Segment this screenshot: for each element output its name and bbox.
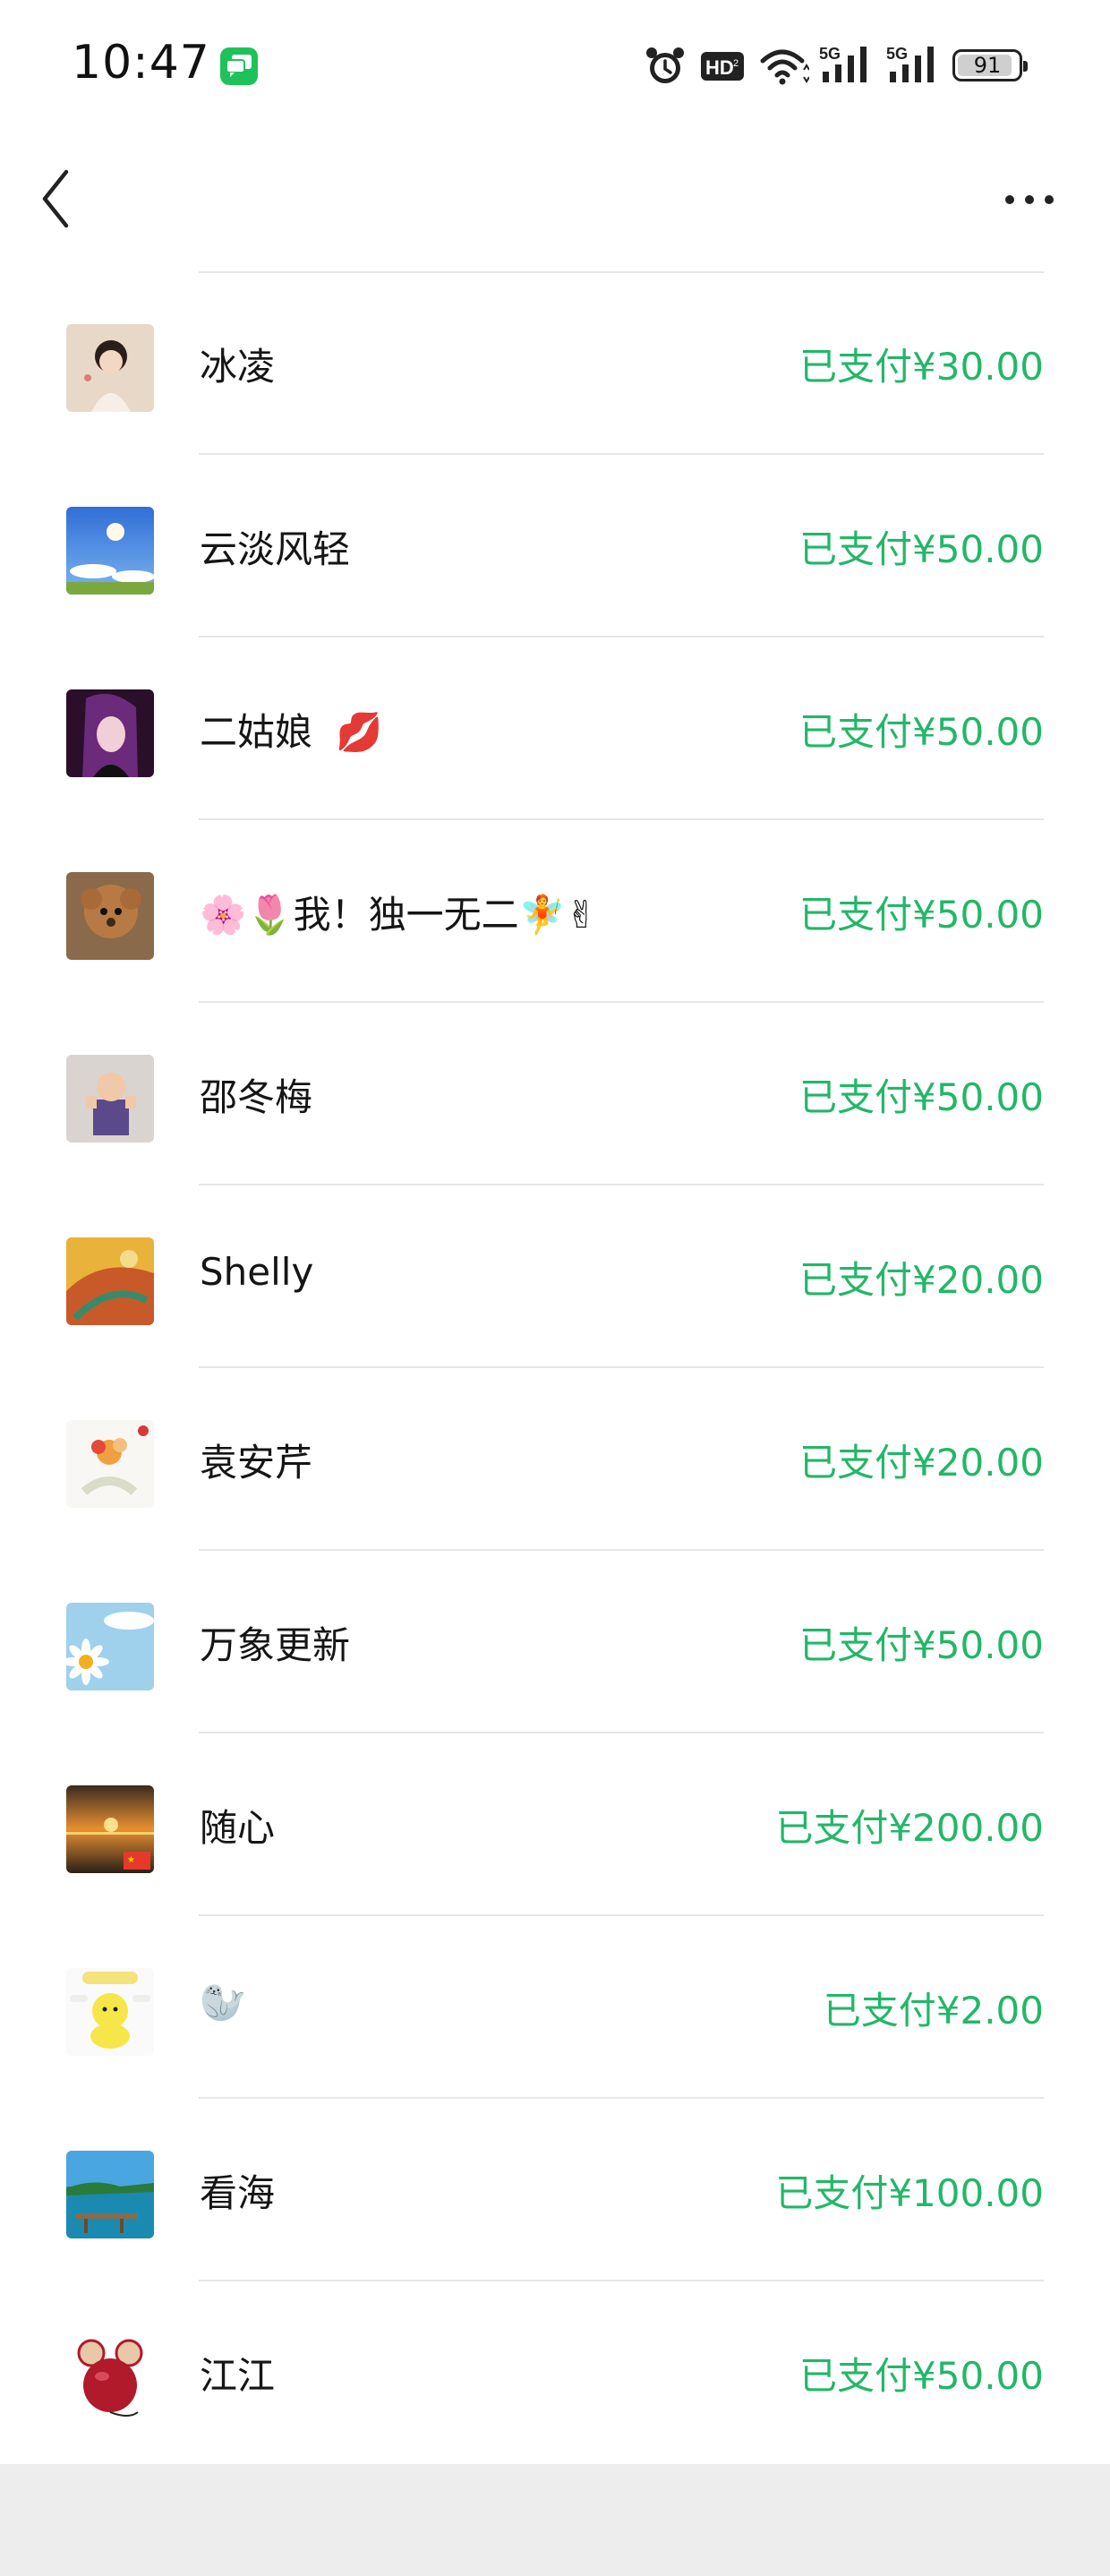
payer-name: 江江 — [200, 2354, 276, 2398]
avatar[interactable] — [66, 1237, 154, 1325]
payer-name-text: 二姑娘 — [200, 710, 313, 754]
signal-5g-icon: 5G — [819, 45, 867, 82]
payer-row[interactable]: 🌸🌷我！独一无二🧚✌ 已支付¥50.00 — [0, 820, 1110, 1003]
svg-text:5G: 5G — [819, 45, 841, 63]
payer-row[interactable]: Shelly 已支付¥20.00 — [0, 1185, 1110, 1368]
status-time: 10:47 — [72, 36, 210, 90]
avatar[interactable]: ★ — [66, 1785, 154, 1873]
payer-row[interactable]: 云淡风轻 已支付¥50.00 — [0, 455, 1110, 638]
nav-bar — [0, 134, 1110, 269]
payment-status: 已支付¥20.00 — [799, 1258, 1044, 1302]
payment-status: 已支付¥50.00 — [799, 1075, 1044, 1119]
payment-status: 已支付¥50.00 — [799, 1623, 1044, 1667]
bottom-bar — [0, 2464, 1110, 2576]
svg-text:5G: 5G — [886, 45, 908, 63]
battery-icon: 91 — [952, 49, 1028, 81]
svg-text:★: ★ — [127, 1855, 135, 1865]
payer-name: 冰凌 — [200, 345, 276, 389]
avatar[interactable] — [66, 2151, 154, 2238]
avatar[interactable] — [66, 1603, 154, 1690]
payer-name: 万象更新 — [200, 1623, 351, 1667]
avatar[interactable] — [66, 2333, 154, 2421]
svg-text:HD: HD — [705, 56, 734, 79]
payment-status: 已支付¥100.00 — [775, 2171, 1044, 2215]
avatar[interactable] — [66, 689, 154, 777]
payment-status: 已支付¥200.00 — [775, 1806, 1044, 1850]
payer-name: 随心 — [200, 1806, 276, 1850]
payer-name: Shelly — [200, 1250, 314, 1294]
payer-row[interactable]: 二姑娘 💋 已支付¥50.00 — [0, 638, 1110, 820]
payment-status: 已支付¥20.00 — [799, 1441, 1044, 1485]
more-dots-icon[interactable] — [1003, 186, 1056, 213]
payer-row[interactable]: 江江 已支付¥50.00 — [0, 2281, 1110, 2464]
hd-icon: HD 2 — [701, 52, 744, 81]
payer-name: 二姑娘 💋 — [200, 702, 382, 757]
payer-name: 🦭 — [200, 1981, 247, 2024]
payer-row[interactable]: ★ 随心 已支付¥200.00 — [0, 1733, 1110, 1916]
payer-name: 云淡风轻 — [200, 527, 351, 571]
payment-status: 已支付¥50.00 — [799, 2354, 1044, 2398]
avatar[interactable] — [66, 507, 154, 595]
alarm-icon — [646, 47, 684, 83]
payment-status: 已支付¥2.00 — [823, 1989, 1044, 2033]
avatar[interactable] — [66, 1055, 154, 1143]
chevron-left-icon[interactable] — [34, 163, 79, 235]
payer-name: 袁安芹 — [200, 1441, 313, 1485]
payment-status: 已支付¥50.00 — [799, 527, 1044, 571]
payer-list: 冰凌 已支付¥30.00 云淡风轻 已支付¥50.00 二姑娘 💋 已支付¥50.… — [0, 272, 1110, 2464]
payer-row[interactable]: 冰凌 已支付¥30.00 — [0, 272, 1110, 455]
payer-row[interactable]: 万象更新 已支付¥50.00 — [0, 1551, 1110, 1733]
payer-name: 🌸🌷我！独一无二🧚✌ — [200, 893, 598, 937]
wifi-icon — [760, 49, 809, 85]
payment-status: 已支付¥30.00 — [799, 345, 1044, 389]
payer-name: 看海 — [200, 2171, 276, 2215]
payment-status: 已支付¥50.00 — [799, 893, 1044, 937]
payer-row[interactable]: 袁安芹 已支付¥20.00 — [0, 1368, 1110, 1551]
battery-text: 91 — [973, 53, 1002, 78]
status-bar: 10:47 HD 2 5G 5G 91 — [0, 0, 1110, 134]
avatar[interactable] — [66, 1968, 154, 2056]
payer-row[interactable]: 🦭 已支付¥2.00 — [0, 1916, 1110, 2099]
avatar[interactable] — [66, 1420, 154, 1508]
payer-name: 邵冬梅 — [200, 1075, 313, 1119]
svg-text:2: 2 — [733, 58, 739, 69]
avatar[interactable] — [66, 872, 154, 960]
name-emoji: 💋 — [336, 710, 383, 754]
messages-app-icon — [220, 47, 258, 85]
avatar[interactable] — [66, 324, 154, 412]
signal-5g-icon: 5G — [886, 45, 934, 82]
payment-status: 已支付¥50.00 — [799, 710, 1044, 754]
payer-row[interactable]: 邵冬梅 已支付¥50.00 — [0, 1003, 1110, 1185]
payer-row[interactable]: 看海 已支付¥100.00 — [0, 2099, 1110, 2281]
